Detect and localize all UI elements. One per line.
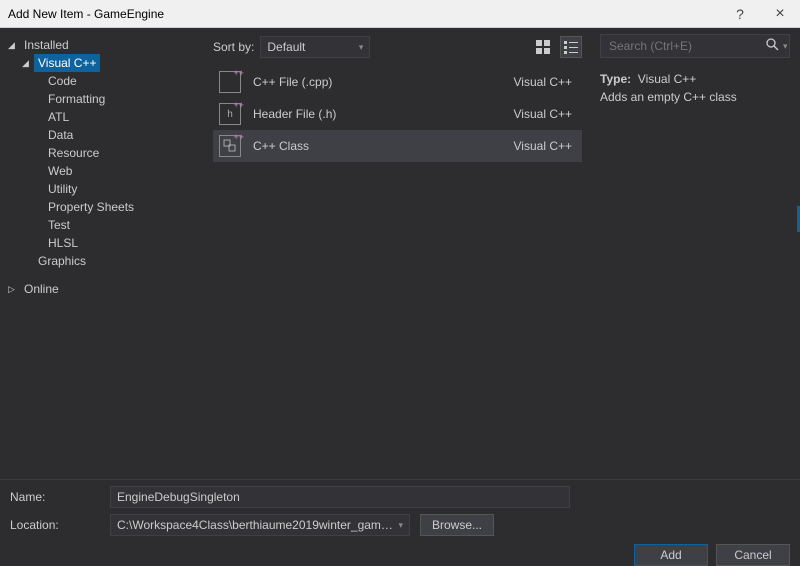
tree-hlsl[interactable]: HLSL (8, 234, 205, 252)
template-item[interactable]: ++ C++ Class Visual C++ (213, 130, 582, 162)
tree-label: Utility (44, 180, 81, 198)
tree-label: Visual C++ (34, 54, 100, 72)
cpp-file-icon: ++ (219, 71, 241, 93)
cancel-button[interactable]: Cancel (716, 544, 790, 566)
template-name: Header File (.h) (253, 107, 502, 121)
tree-label: Formatting (44, 90, 109, 108)
template-tree: ◢ Installed ◢ Visual C++ CodeFormattingA… (0, 28, 205, 479)
tree-label: Data (44, 126, 77, 144)
tree-atl[interactable]: ATL (8, 108, 205, 126)
tree-label: Test (44, 216, 74, 234)
tree-label: Web (44, 162, 76, 180)
type-value: Visual C++ (638, 72, 696, 86)
window-title: Add New Item - GameEngine (8, 7, 720, 21)
tree-formatting[interactable]: Formatting (8, 90, 205, 108)
type-label: Type: (600, 72, 631, 86)
tree-label: HLSL (44, 234, 82, 252)
template-item[interactable]: ++ C++ File (.cpp) Visual C++ (213, 66, 582, 98)
tree-graphics[interactable]: Graphics (8, 252, 205, 270)
tree-label: Graphics (34, 252, 90, 270)
browse-button[interactable]: Browse... (420, 514, 494, 536)
tree-code[interactable]: Code (8, 72, 205, 90)
type-row: Type: Visual C++ (600, 70, 790, 88)
chevron-down-icon: ◢ (22, 54, 34, 72)
tree-visual-cpp[interactable]: ◢ Visual C++ (8, 54, 205, 72)
chevron-right-icon: ▷ (8, 280, 20, 298)
view-medium-icons[interactable] (532, 36, 554, 58)
tree-label: Resource (44, 144, 103, 162)
search-options-dropdown[interactable]: ▾ (779, 41, 788, 52)
cpp-class-icon: ++ (219, 135, 241, 157)
chevron-down-icon: ▾ (359, 42, 364, 53)
template-lang: Visual C++ (514, 107, 572, 121)
search-box[interactable]: ▾ (600, 34, 790, 58)
template-lang: Visual C++ (514, 75, 572, 89)
tree-web[interactable]: Web (8, 162, 205, 180)
tree-label: Code (44, 72, 81, 90)
template-name: C++ File (.cpp) (253, 75, 502, 89)
tree-label: Installed (20, 36, 73, 54)
header-file-icon: h++ (219, 103, 241, 125)
sort-value: Default (267, 40, 305, 54)
sort-label: Sort by: (213, 40, 254, 54)
chevron-down-icon: ▾ (398, 520, 403, 531)
template-lang: Visual C++ (514, 139, 572, 153)
location-label: Location: (10, 518, 100, 532)
location-combo[interactable]: C:\Workspace4Class\berthiaume2019winter_… (110, 514, 410, 536)
search-input[interactable] (607, 38, 766, 54)
tree-data[interactable]: Data (8, 126, 205, 144)
location-value: C:\Workspace4Class\berthiaume2019winter_… (117, 518, 398, 532)
view-details[interactable] (560, 36, 582, 58)
type-description: Adds an empty C++ class (600, 88, 790, 106)
tree-utility[interactable]: Utility (8, 180, 205, 198)
template-name: C++ Class (253, 139, 502, 153)
tree-resource[interactable]: Resource (8, 144, 205, 162)
name-input[interactable] (110, 486, 570, 508)
template-item[interactable]: h++ Header File (.h) Visual C++ (213, 98, 582, 130)
tree-property-sheets[interactable]: Property Sheets (8, 198, 205, 216)
close-button[interactable]: × (760, 5, 800, 23)
name-label: Name: (10, 490, 100, 504)
sort-combo[interactable]: Default ▾ (260, 36, 370, 58)
tree-label: Property Sheets (44, 198, 138, 216)
tree-online[interactable]: ▷ Online (8, 280, 205, 298)
help-button[interactable]: ? (720, 6, 760, 22)
search-icon[interactable] (766, 38, 779, 54)
chevron-down-icon: ◢ (8, 36, 20, 54)
add-button[interactable]: Add (634, 544, 708, 566)
tree-label: Online (20, 280, 63, 298)
tree-installed[interactable]: ◢ Installed (8, 36, 205, 54)
tree-test[interactable]: Test (8, 216, 205, 234)
tree-label: ATL (44, 108, 73, 126)
